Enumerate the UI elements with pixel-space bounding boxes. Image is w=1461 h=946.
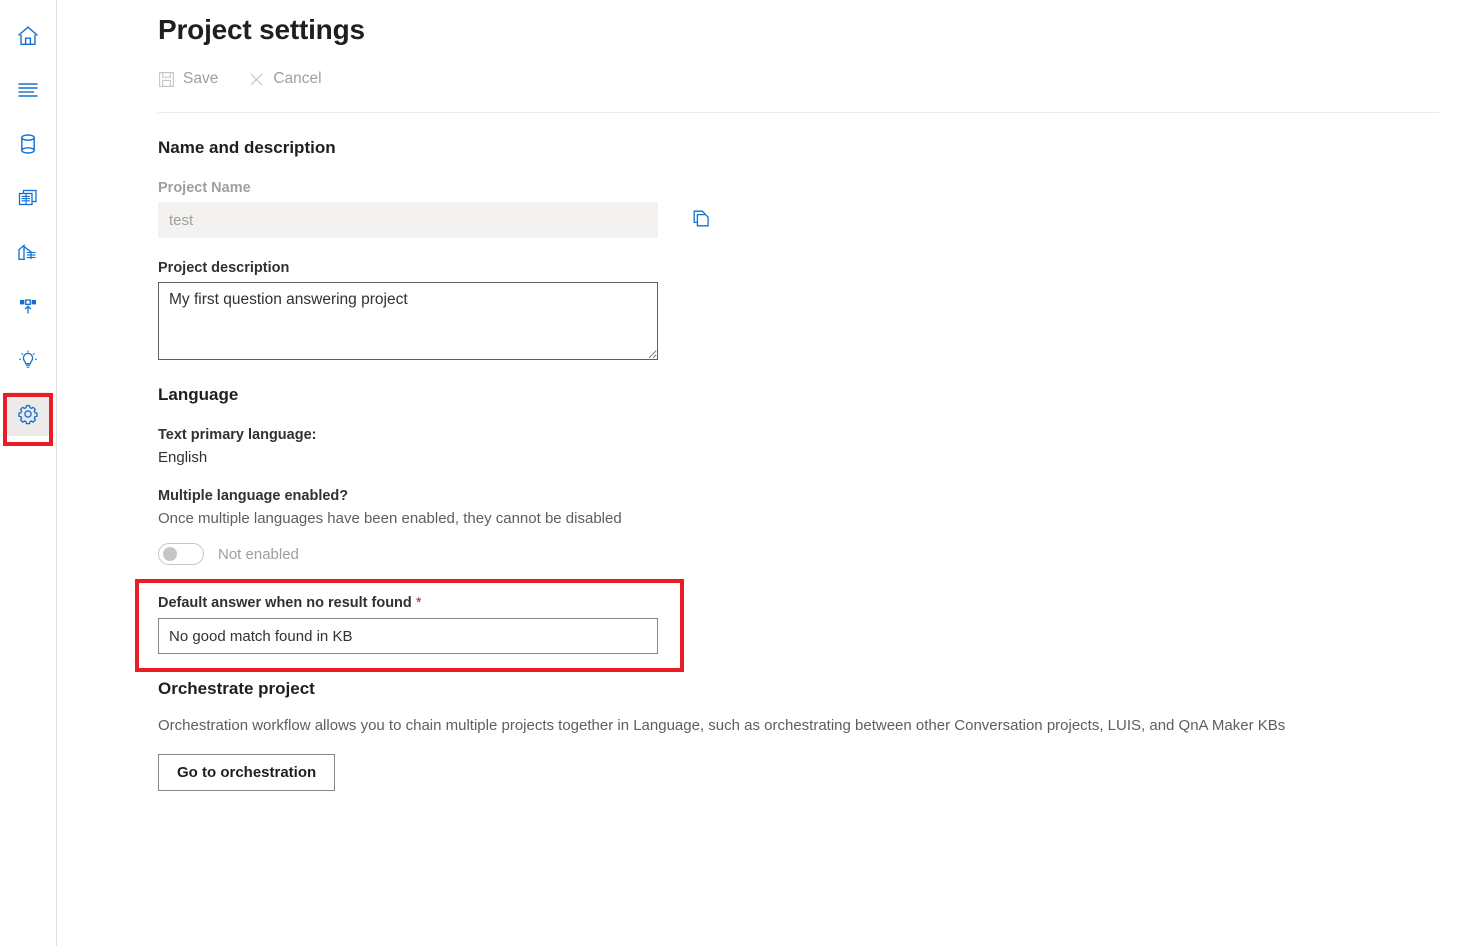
- go-to-orchestration-button[interactable]: Go to orchestration: [158, 754, 335, 791]
- sidebar-item-projects[interactable]: [6, 68, 50, 112]
- sidebar-item-train-model[interactable]: [6, 230, 50, 274]
- toggle-knob: [163, 547, 177, 561]
- project-name-input: [158, 202, 658, 238]
- toolbar-divider: [158, 112, 1439, 113]
- command-bar: Save Cancel: [158, 64, 1461, 94]
- default-answer-input[interactable]: [158, 618, 658, 654]
- copy-project-name-button[interactable]: [686, 205, 716, 235]
- save-label: Save: [183, 70, 218, 88]
- primary-language-value: English: [158, 449, 1461, 466]
- section-orchestrate: Orchestrate project: [158, 679, 1461, 699]
- sidebar-item-deploy[interactable]: [6, 284, 50, 328]
- sidebar-item-settings[interactable]: [6, 392, 50, 436]
- sidebar-item-insights[interactable]: [6, 338, 50, 382]
- primary-language-label: Text primary language:: [158, 427, 1461, 443]
- left-nav-rail: [0, 0, 57, 946]
- build-model-icon: [15, 239, 41, 265]
- multiple-language-label: Multiple language enabled?: [158, 488, 1461, 504]
- orchestrate-description: Orchestration workflow allows you to cha…: [158, 717, 1461, 734]
- lightbulb-icon: [15, 347, 41, 373]
- sidebar-item-home[interactable]: [6, 14, 50, 58]
- home-icon: [15, 23, 41, 49]
- project-description-label: Project description: [158, 260, 1461, 276]
- project-description-textarea[interactable]: [158, 282, 658, 360]
- cancel-label: Cancel: [273, 70, 321, 88]
- sidebar-item-knowledge-bases[interactable]: [6, 176, 50, 220]
- multiple-language-help: Once multiple languages have been enable…: [158, 510, 1461, 527]
- gear-icon: [15, 401, 41, 427]
- sidebar-item-data[interactable]: [6, 122, 50, 166]
- page-title: Project settings: [158, 14, 1461, 46]
- multiple-language-toggle-row: Not enabled: [158, 543, 1461, 565]
- section-language: Language: [158, 385, 1461, 405]
- default-answer-label-text: Default answer when no result found: [158, 595, 412, 611]
- list-lines-icon: [15, 77, 41, 103]
- close-icon: [248, 71, 265, 88]
- cancel-button[interactable]: Cancel: [248, 70, 321, 88]
- default-answer-group: Default answer when no result found *: [57, 595, 1461, 654]
- project-settings-page: Project settings Save: [57, 0, 1461, 946]
- required-asterisk: *: [416, 595, 422, 611]
- database-icon: [15, 131, 41, 157]
- section-name-and-description: Name and description: [158, 138, 1461, 158]
- deploy-upload-icon: [15, 293, 41, 319]
- documents-stack-icon: [15, 185, 41, 211]
- toggle-state-label: Not enabled: [218, 546, 299, 563]
- project-name-row: [57, 202, 1461, 238]
- multiple-language-toggle[interactable]: [158, 543, 204, 565]
- default-answer-label: Default answer when no result found *: [158, 595, 1461, 611]
- save-button[interactable]: Save: [158, 70, 218, 88]
- save-floppy-icon: [158, 71, 175, 88]
- copy-icon: [690, 208, 712, 233]
- project-name-label: Project Name: [158, 180, 1461, 196]
